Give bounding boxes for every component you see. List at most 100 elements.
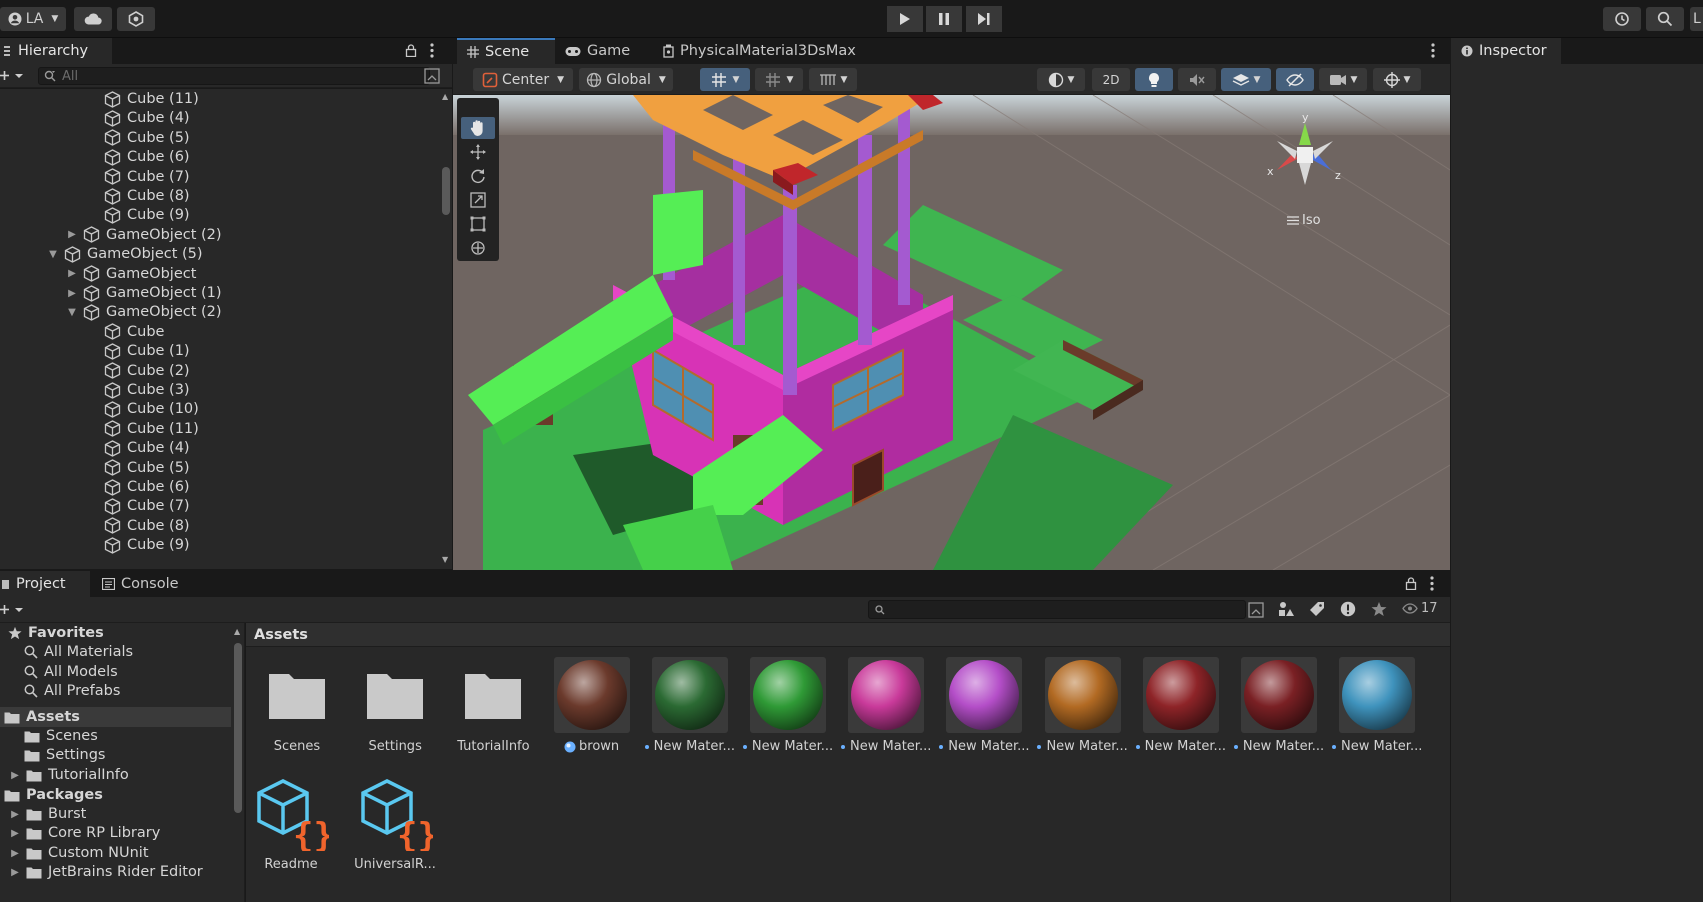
- label-tag-icon[interactable]: [1309, 601, 1325, 617]
- filter-by-type-icon[interactable]: [1278, 601, 1294, 617]
- asset-folder[interactable]: TutorialInfo: [448, 657, 538, 754]
- asset-material[interactable]: brown: [547, 657, 637, 754]
- project-tree-item[interactable]: ▶ Burst: [10, 804, 86, 824]
- hierarchy-item[interactable]: Cube (8): [104, 516, 190, 536]
- hierarchy-item[interactable]: Cube (3): [104, 380, 190, 400]
- collapsed-arrow-icon[interactable]: ▶: [10, 770, 20, 781]
- tab-console[interactable]: Console: [92, 571, 192, 597]
- tab-scene[interactable]: Scene: [457, 38, 555, 64]
- asset-material[interactable]: New Mater...: [939, 657, 1030, 754]
- collapsed-arrow-icon[interactable]: ▶: [10, 828, 20, 839]
- hierarchy-item[interactable]: Cube (6): [104, 477, 190, 497]
- project-tree-item[interactable]: Settings: [24, 745, 105, 765]
- rotate-tool-icon[interactable]: [470, 168, 486, 184]
- snap-settings-toggle[interactable]: ▼: [809, 68, 857, 91]
- expanded-arrow-icon[interactable]: ▼: [48, 249, 58, 260]
- project-tree-item[interactable]: ▶ JetBrains Rider Editor: [10, 862, 203, 882]
- services-button[interactable]: [117, 7, 155, 31]
- scroll-up-icon[interactable]: ▲: [234, 627, 240, 636]
- project-search-input[interactable]: [868, 600, 1246, 619]
- hierarchy-item[interactable]: ▶ GameObject (2): [67, 225, 222, 245]
- hierarchy-item[interactable]: Cube (8): [104, 186, 190, 206]
- asset-material[interactable]: New Mater...: [644, 657, 735, 754]
- hierarchy-item[interactable]: Cube: [104, 322, 164, 342]
- audio-toggle[interactable]: [1178, 68, 1216, 91]
- create-add-icon[interactable]: [0, 68, 26, 83]
- hierarchy-item[interactable]: Cube (6): [104, 147, 190, 167]
- shading-mode-dropdown[interactable]: ▼: [1037, 68, 1085, 91]
- project-tree-item[interactable]: Favorites: [8, 623, 104, 643]
- tab-physical-material[interactable]: PhysicalMaterial3DsMax: [653, 38, 863, 64]
- hierarchy-tree[interactable]: Cube (11) Cube (4) Cube (5) Cube (6) Cube (7…: [0, 89, 440, 569]
- create-add-icon[interactable]: [0, 602, 26, 617]
- hierarchy-item[interactable]: Cube (4): [104, 438, 190, 458]
- hierarchy-item[interactable]: Cube (11): [104, 89, 199, 109]
- space-dropdown[interactable]: Global ▼: [579, 68, 673, 91]
- project-folder-tree[interactable]: Favorites All Materials All Models All Pref…: [0, 623, 245, 902]
- hierarchy-item[interactable]: Cube (9): [104, 205, 190, 225]
- effects-toggle[interactable]: ▼: [1221, 68, 1271, 91]
- tab-inspector[interactable]: Inspector: [1451, 38, 1561, 64]
- tab-game[interactable]: Game: [555, 38, 647, 64]
- lock-icon[interactable]: [1405, 577, 1417, 590]
- expanded-arrow-icon[interactable]: ▼: [67, 307, 77, 318]
- breadcrumb-assets[interactable]: Assets: [254, 627, 308, 643]
- tab-hierarchy[interactable]: Hierarchy: [0, 38, 112, 64]
- hierarchy-item[interactable]: Cube (2): [104, 361, 190, 381]
- asset-script[interactable]: {} UniversalR...: [350, 775, 440, 872]
- asset-folder[interactable]: Settings: [350, 657, 440, 754]
- hierarchy-item[interactable]: Cube (5): [104, 458, 190, 478]
- favorite-star-icon[interactable]: [1371, 601, 1387, 617]
- increment-snap-toggle[interactable]: ▼: [755, 68, 803, 91]
- kebab-menu-icon[interactable]: [430, 43, 434, 58]
- hierarchy-item[interactable]: ▶ GameObject (1): [67, 283, 222, 303]
- asset-material[interactable]: New Mater...: [1233, 657, 1324, 754]
- hierarchy-item[interactable]: Cube (9): [104, 535, 190, 555]
- pause-button[interactable]: [926, 6, 962, 32]
- project-tree-scroll-thumb[interactable]: [234, 643, 242, 813]
- scene-viewport[interactable]: y x z Iso: [453, 95, 1450, 570]
- collapsed-arrow-icon[interactable]: ▶: [67, 288, 77, 299]
- project-tree-item[interactable]: All Models: [24, 662, 118, 682]
- hierarchy-search-input[interactable]: All: [38, 67, 430, 85]
- asset-material[interactable]: New Mater...: [1037, 657, 1128, 754]
- hierarchy-item[interactable]: Cube (10): [104, 399, 199, 419]
- play-button[interactable]: [887, 6, 923, 32]
- account-dropdown[interactable]: LA ▼: [0, 7, 66, 31]
- kebab-menu-icon[interactable]: [1430, 576, 1434, 591]
- cloud-button[interactable]: [74, 7, 112, 31]
- project-tree-item[interactable]: ▶ TutorialInfo: [10, 765, 129, 785]
- collapsed-arrow-icon[interactable]: ▶: [10, 867, 20, 878]
- hidden-objects-toggle[interactable]: [1276, 68, 1314, 91]
- rect-tool-icon[interactable]: [470, 216, 486, 232]
- warning-filter-icon[interactable]: [1340, 601, 1356, 617]
- scale-tool-icon[interactable]: [470, 192, 486, 208]
- project-tree-scrollbar[interactable]: ▲: [232, 623, 244, 902]
- project-tree-item[interactable]: Scenes: [24, 726, 98, 746]
- project-tree-item[interactable]: ▶ Custom NUnit: [10, 843, 148, 863]
- collapsed-arrow-icon[interactable]: ▶: [10, 809, 20, 820]
- hierarchy-item[interactable]: Cube (11): [104, 419, 199, 439]
- project-tree-item[interactable]: ▶ Core RP Library: [10, 823, 160, 843]
- asset-script[interactable]: {} Readme: [246, 775, 336, 872]
- gizmos-dropdown[interactable]: ▼: [1373, 68, 1421, 91]
- asset-material[interactable]: New Mater...: [742, 657, 833, 754]
- layout-dropdown[interactable]: L: [1690, 7, 1703, 31]
- kebab-menu-icon[interactable]: [1431, 43, 1435, 58]
- project-tree-item[interactable]: All Materials: [24, 642, 133, 662]
- transform-tool-icon[interactable]: [470, 240, 486, 256]
- hand-tool-icon[interactable]: [470, 119, 486, 137]
- hierarchy-scroll-thumb[interactable]: [442, 167, 450, 215]
- hidden-packages-toggle[interactable]: 17: [1402, 601, 1438, 616]
- project-tree-item[interactable]: Assets: [0, 707, 231, 727]
- project-tree-item[interactable]: All Prefabs: [24, 681, 120, 701]
- mode-2d-toggle[interactable]: 2D: [1092, 68, 1130, 91]
- scroll-down-icon[interactable]: ▼: [442, 555, 448, 564]
- hierarchy-item[interactable]: ▶ GameObject: [67, 264, 196, 284]
- asset-material[interactable]: New Mater...: [1332, 657, 1422, 754]
- asset-folder[interactable]: Scenes: [252, 657, 342, 754]
- orientation-gizmo[interactable]: y x z: [1265, 111, 1345, 190]
- search-button[interactable]: [1646, 7, 1684, 31]
- grid-snap-toggle[interactable]: ▼: [700, 68, 750, 91]
- camera-dropdown[interactable]: ▼: [1319, 68, 1367, 91]
